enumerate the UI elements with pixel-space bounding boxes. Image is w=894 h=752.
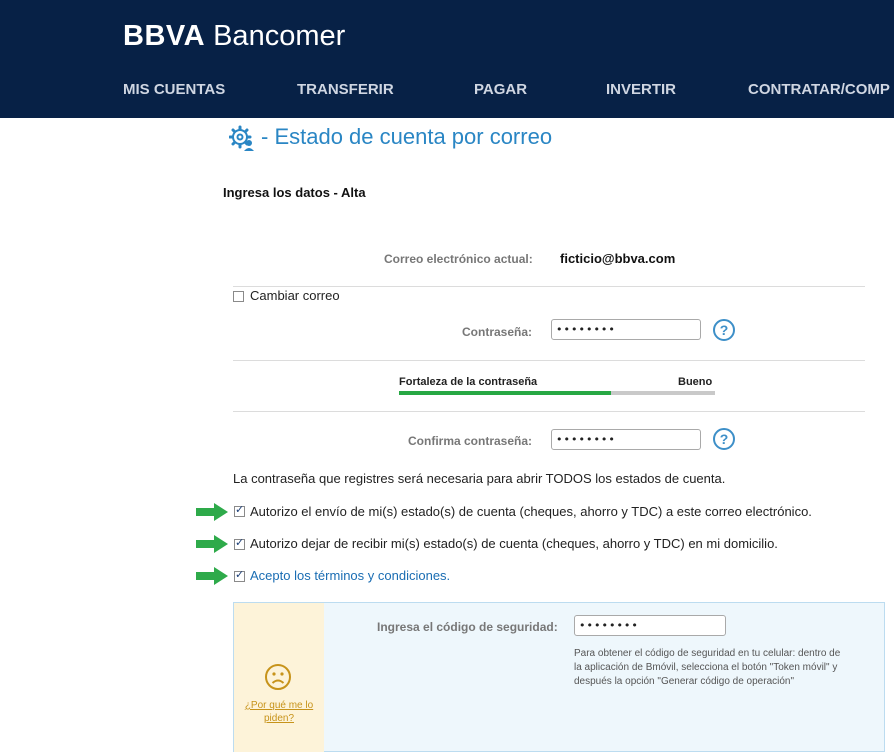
logo-bold-text: BBVA (123, 20, 206, 52)
password-strength-fill (399, 391, 611, 395)
password-strength-label: Fortaleza de la contraseña (399, 376, 538, 388)
accept-terms-link[interactable]: Acepto los términos y condiciones. (250, 568, 450, 583)
security-code-label: Ingresa el código de seguridad: (377, 620, 558, 634)
password-help-icon[interactable]: ? (713, 319, 735, 341)
confirm-password-label: Confirma contraseña: (408, 434, 533, 448)
right-arrow-icon (196, 503, 228, 521)
nav-pagar[interactable]: PAGAR (474, 81, 527, 98)
security-code-field[interactable]: •••••••• (574, 615, 726, 636)
stop-home-delivery-label: Autorizo dejar de recibir mi(s) estado(s… (250, 536, 778, 551)
current-email-value: ficticio@bbva.com (560, 251, 676, 266)
password-strength-value: Bueno (678, 376, 713, 388)
stop-home-delivery-checkbox[interactable] (234, 536, 245, 550)
change-email-label: Cambiar correo (250, 288, 340, 303)
main-nav: MIS CUENTAS TRANSFERIR PAGAR INVERTIR CO… (0, 81, 894, 101)
nav-contratar[interactable]: CONTRATAR/COMP (748, 81, 890, 98)
top-header: BBVA Bancomer MIS CUENTAS TRANSFERIR PAG… (0, 0, 894, 118)
bbva-logo[interactable]: BBVA Bancomer (123, 18, 345, 54)
logo-light-text: Bancomer (213, 20, 346, 52)
nav-invertir[interactable]: INVERTIR (606, 81, 676, 98)
authorize-email-checkbox[interactable] (234, 503, 245, 517)
security-code-note: Para obtener el código de seguridad en t… (574, 648, 841, 687)
change-email-checkbox[interactable] (233, 291, 244, 302)
form-subtitle: Ingresa los datos - Alta (223, 185, 366, 200)
password-label: Contraseña: (462, 325, 533, 339)
current-email-label: Correo electrónico actual: (384, 252, 533, 266)
nav-transferir[interactable]: TRANSFERIR (297, 81, 394, 98)
divider (233, 286, 865, 287)
page-title: - Estado de cuenta por correo (261, 124, 553, 149)
right-arrow-icon (196, 567, 228, 585)
confirm-help-icon[interactable]: ? (713, 428, 735, 450)
confirm-password-field[interactable]: •••••••• (551, 429, 701, 450)
accept-terms-checkbox[interactable] (234, 568, 245, 582)
divider (233, 360, 865, 361)
divider (233, 411, 865, 412)
why-asked-link[interactable]: ¿Por qué me lo piden? (238, 699, 320, 725)
sad-face-icon (265, 664, 291, 690)
password-field[interactable]: •••••••• (551, 319, 701, 340)
right-arrow-icon (196, 535, 228, 553)
authorize-email-label: Autorizo el envío de mi(s) estado(s) de … (250, 504, 812, 519)
password-info-text: La contraseña que registres será necesar… (233, 471, 726, 486)
password-strength-bar (399, 391, 715, 395)
gear-user-icon (229, 125, 254, 151)
nav-mis-cuentas[interactable]: MIS CUENTAS (123, 81, 225, 98)
